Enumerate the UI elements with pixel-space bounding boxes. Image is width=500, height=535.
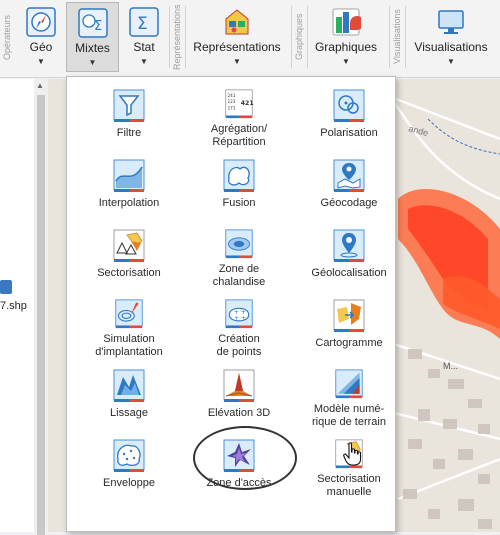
mixtes-label: Mixtes — [75, 41, 110, 55]
group-label-representations: Représentations — [172, 4, 182, 70]
compass-icon — [26, 7, 56, 37]
svg-text:Σ: Σ — [137, 14, 148, 34]
simulation-icon — [115, 299, 143, 329]
menu-item-label: Sectorisation manuelle — [317, 473, 381, 498]
create-points-icon: + + + + — [225, 299, 253, 329]
shapefile-icon — [0, 280, 12, 294]
menu-item-lissage[interactable]: Lissage — [74, 359, 184, 429]
group-label-operateurs: Opérateurs — [2, 14, 12, 60]
geocoding-icon — [333, 159, 365, 192]
sectorisation-icon — [113, 229, 145, 262]
graphiques-button[interactable]: Graphiques ▼ — [310, 2, 382, 72]
terrain-model-icon — [335, 369, 363, 399]
envelope-icon — [113, 439, 145, 472]
svg-text:Σ: Σ — [94, 19, 102, 34]
menu-item-geolocalisation[interactable]: Géolocalisation — [294, 219, 404, 289]
ribbon-separator — [185, 6, 186, 68]
menu-item-interpolation[interactable]: Interpolation — [74, 149, 184, 219]
group-label-visualisations: Visualisations — [392, 9, 402, 65]
mixed-operators-icon: Σ — [77, 8, 108, 38]
menu-item-label: Elévation 3D — [207, 407, 271, 419]
chevron-down-icon: ▼ — [447, 57, 455, 66]
scroll-up-icon[interactable]: ▲ — [36, 81, 44, 90]
chevron-down-icon: ▼ — [37, 57, 45, 66]
menu-item-sectorisation[interactable]: Sectorisation — [74, 219, 184, 289]
vertical-scrollbar[interactable]: ▲ — [34, 79, 48, 535]
visualisations-label: Visualisations — [414, 40, 488, 54]
menu-item-label: Polarisation — [320, 127, 378, 139]
geolocation-icon — [333, 229, 365, 262]
ribbon-separator — [389, 6, 390, 68]
stat-button[interactable]: Σ Stat ▼ — [122, 2, 166, 72]
menu-item-fusion[interactable]: Fusion — [184, 149, 294, 219]
map-representations-icon — [225, 9, 249, 35]
stat-label: Stat — [133, 40, 155, 54]
menu-item-filtre[interactable]: Filtre — [74, 79, 184, 149]
map-place-label: M... — [443, 361, 458, 371]
chevron-down-icon: ▼ — [88, 58, 97, 67]
smoothing-icon — [113, 369, 145, 402]
monitor-icon — [438, 10, 464, 34]
menu-item-label: Filtre — [116, 127, 142, 139]
geo-button[interactable]: Géo ▼ — [17, 2, 65, 72]
elevation-3d-icon — [223, 369, 255, 402]
menu-item-elevation-3d[interactable]: Elévation 3D — [184, 359, 294, 429]
ribbon-separator — [405, 6, 406, 68]
menu-item-agregation[interactable]: 241 123 171 421 Agrégation/Répartition — [184, 79, 294, 149]
chevron-down-icon: ▼ — [342, 57, 350, 66]
polarisation-icon — [333, 89, 365, 122]
menu-item-label: Géolocalisation — [311, 267, 387, 279]
interpolation-icon — [113, 159, 145, 192]
cartogram-icon — [333, 299, 365, 332]
menu-item-label: Modèle numé-rique de terrain — [312, 403, 386, 428]
geo-label: Géo — [29, 40, 53, 54]
catchment-area-icon — [225, 229, 253, 259]
chevron-down-icon: ▼ — [140, 57, 148, 66]
visualisations-button[interactable]: Visualisations ▼ — [408, 2, 494, 72]
menu-item-label: Simulation d'implantation — [95, 333, 163, 358]
menu-item-enveloppe[interactable]: Enveloppe — [74, 429, 184, 499]
ribbon-separator — [291, 6, 292, 68]
menu-item-label: Fusion — [222, 197, 256, 209]
svg-text:171: 171 — [228, 105, 236, 111]
hand-cursor-icon — [343, 442, 362, 466]
aggregation-icon: 241123171 421 — [225, 89, 254, 119]
representations-label: Représentations — [193, 40, 281, 54]
svg-text:+ +: + + — [234, 315, 246, 322]
group-label-graphiques: Graphiques — [294, 13, 304, 61]
ribbon-separator — [307, 6, 308, 68]
graphiques-label: Graphiques — [314, 40, 378, 54]
menu-item-label: Agrégation/Répartition — [210, 123, 268, 148]
svg-text:421: 421 — [241, 100, 254, 107]
sigma-icon: Σ — [129, 7, 159, 37]
chevron-down-icon: ▼ — [233, 57, 241, 66]
representations-button[interactable]: Représentations ▼ — [188, 2, 286, 72]
menu-item-simulation-implantation[interactable]: Simulation d'implantation — [74, 289, 184, 359]
menu-item-label: Lissage — [110, 407, 148, 419]
menu-item-label: Géocodage — [320, 197, 378, 209]
menu-item-polarisation[interactable]: Polarisation — [294, 79, 404, 149]
scrollbar-thumb[interactable] — [37, 95, 45, 535]
svg-text:123: 123 — [228, 99, 236, 105]
highlight-circle — [193, 426, 297, 490]
menu-item-label: Zone de chalandise — [212, 263, 266, 288]
ribbon-separator — [169, 6, 170, 68]
menu-item-label: Enveloppe — [103, 477, 155, 489]
menu-item-geocodage[interactable]: Géocodage — [294, 149, 404, 219]
menu-item-label: Cartogramme — [315, 337, 383, 349]
shapefile-name[interactable]: 7.shp — [0, 300, 27, 312]
menu-item-zone-de-chalandise[interactable]: Zone de chalandise — [184, 219, 294, 289]
mixtes-button[interactable]: Σ Mixtes ▼ — [66, 2, 119, 72]
menu-item-modele-terrain[interactable]: Modèle numé-rique de terrain — [294, 359, 404, 429]
fusion-icon — [223, 159, 255, 192]
ribbon-toolbar: Opérateurs Géo ▼ Σ Mixtes ▼ Σ Stat ▼ Rep… — [0, 0, 500, 78]
menu-item-creation-de-points[interactable]: + + + + Création de points — [184, 289, 294, 359]
svg-text:241: 241 — [228, 93, 236, 99]
menu-item-label: Interpolation — [98, 197, 160, 209]
chart-icon — [332, 8, 361, 36]
menu-item-label: Sectorisation — [97, 267, 161, 279]
menu-item-label: Création de points — [216, 333, 262, 358]
menu-item-cartogramme[interactable]: Cartogramme — [294, 289, 404, 359]
filter-icon — [113, 89, 145, 122]
